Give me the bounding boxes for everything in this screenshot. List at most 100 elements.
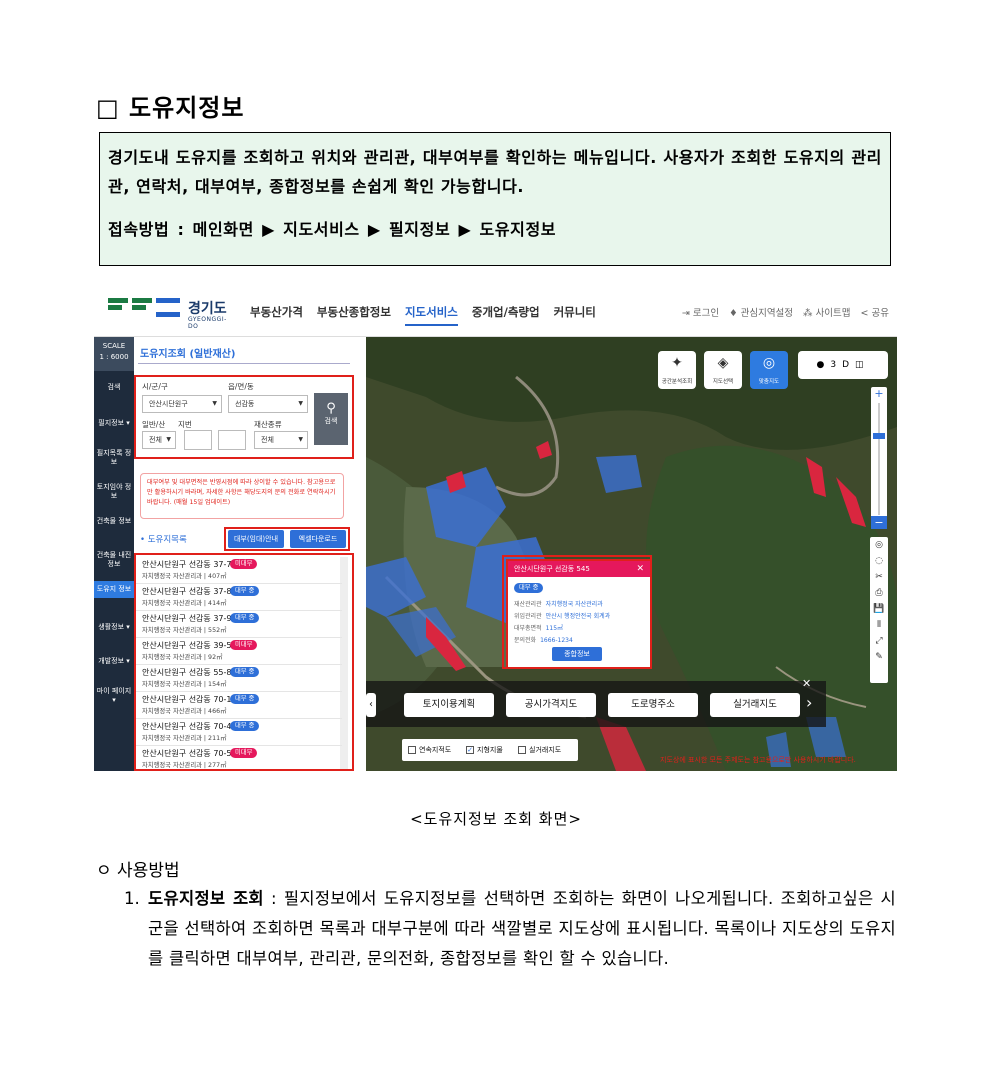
checkbox[interactable]: [408, 746, 416, 754]
chevron-down-icon: ▼: [298, 400, 303, 407]
list-item[interactable]: 안산시단원구 선감동 70-4 대부 중 자치행정국 자산관리과 | 211㎡: [136, 719, 342, 746]
check-label: 지형지물: [477, 746, 503, 754]
app-header: 경기도 GYEONGGI-DO 부동산가격 부동산종합정보 지도서비스 중개업/…: [94, 288, 897, 337]
layer-realdeal-button[interactable]: 실거래지도: [710, 693, 800, 717]
nav-broker[interactable]: 중개업/측량업: [472, 304, 540, 326]
chevron-right-icon[interactable]: ›: [806, 693, 812, 712]
layer-publicprice-button[interactable]: 공시가격지도: [506, 693, 596, 717]
leftnav-mypage[interactable]: 마이 페이지 ▾: [94, 687, 134, 705]
gyeonggi-logo[interactable]: 경기도 GYEONGGI-DO: [108, 298, 228, 330]
layer-roadaddress-button[interactable]: 도로명주소: [608, 693, 698, 717]
leftnav-land[interactable]: 토지임야 정보: [94, 483, 134, 501]
leftnav-parcel-info[interactable]: 필지정보 ▾: [94, 419, 134, 428]
map-disclaimer: 지도상에 표시한 모든 주제도는 참고용으로만 사용하시기 바랍니다.: [660, 756, 856, 764]
checkbox-checked[interactable]: ✓: [466, 746, 474, 754]
list-item[interactable]: 안산시단원구 선감동 37-8 대부 중 자치행정국 자산관리과 | 414㎡: [136, 584, 342, 611]
login-link[interactable]: ⇥ 로그인: [682, 305, 719, 319]
layer-prev-button[interactable]: ‹: [366, 693, 376, 717]
zoom-out-icon[interactable]: −: [871, 516, 887, 529]
cursor-icon: ✦: [671, 355, 683, 371]
sigungu-select[interactable]: 안산시단원구 ▼: [142, 395, 222, 413]
public-land-panel: 도유지조회 (일반재산) 시/군/구 읍/면/동 안산시단원구 ▼ 선감동 ▼ 일반…: [134, 337, 367, 771]
status-badge: 미대부: [230, 748, 258, 758]
leftnav-parcel-list[interactable]: 필지목록 정보: [94, 449, 134, 467]
popup-title: 안산시단원구 선감동 545: [514, 565, 590, 573]
list-item-sub: 자치행정국 자산관리과 | 466㎡: [142, 708, 227, 715]
eup-select[interactable]: 선감동 ▼: [228, 395, 308, 413]
leftnav-search[interactable]: 검색: [94, 383, 134, 392]
view-mode-toggle[interactable]: ●3D◫: [798, 351, 888, 379]
label-general: 일반/산: [142, 420, 166, 429]
popup-row-value: 자치행정국 자산관리과: [545, 601, 603, 608]
scale-indicator: SCALE 1 : 6000: [94, 337, 134, 371]
leftnav-seismic[interactable]: 건축물 내진정보: [94, 551, 134, 569]
map-tools-icons[interactable]: ◎ ◌ ✂ ⎙ 💾 ⫴ ⤢ ✎: [870, 537, 888, 665]
general-select[interactable]: 전체 ▼: [142, 431, 176, 449]
page-title: □ 도유지정보: [96, 94, 245, 122]
map-select-button[interactable]: ◈ 지도선택: [704, 351, 742, 389]
zoom-handle[interactable]: [873, 433, 885, 439]
list-item[interactable]: 안산시단원구 선감동 55-8 대부 중 자치행정국 자산관리과 | 154㎡: [136, 665, 342, 692]
list-title: • 도유지목록: [140, 535, 187, 545]
leftnav-building[interactable]: 건축물 정보: [94, 517, 134, 526]
custom-map-label: 맞춤지도: [758, 379, 780, 385]
layer-landuse-button[interactable]: 토지이용계획: [404, 693, 494, 717]
status-badge: 대부 중: [230, 613, 260, 623]
list-item-sub: 자치행정국 자산관리과 | 277㎡: [142, 762, 227, 769]
excel-download-button[interactable]: 엑셀다운로드: [290, 530, 346, 548]
check-realdeal[interactable]: 실거래지도: [518, 745, 561, 755]
check-cadastral[interactable]: 연속지적도: [408, 745, 451, 755]
target-icon: ◎: [762, 355, 776, 371]
map-view[interactable]: ✦ 공간분석조회 ◈ 지도선택 ◎ 맞춤지도 ●3D◫ + − ◎ ◌ ✂ ⎙ 💾 ⫴ ⤢ ✎ 안산…: [366, 337, 897, 771]
jibun-main-input[interactable]: [184, 430, 212, 450]
leftnav-public-land[interactable]: 도유지 정보: [94, 581, 134, 598]
jibun-sub-input[interactable]: [218, 430, 246, 450]
zoom-control[interactable]: + −: [871, 387, 887, 529]
leftnav-dev[interactable]: 개발정보 ▾: [94, 657, 134, 666]
custom-map-button[interactable]: ◎ 맞춤지도: [750, 351, 788, 389]
leftnav-life[interactable]: 생활정보 ▾: [94, 623, 134, 632]
close-icon[interactable]: ✕: [802, 677, 811, 690]
share-link[interactable]: < 공유: [861, 305, 889, 319]
search-button[interactable]: ⚲ 검색: [314, 393, 348, 445]
nav-map-service[interactable]: 지도서비스: [404, 304, 458, 326]
interest-area-link[interactable]: ♦ 관심지역설정: [729, 305, 793, 319]
popup-header: 안산시단원구 선감동 545 ✕: [508, 561, 650, 577]
gyeonggi-logo-icon: [108, 298, 182, 324]
list-item[interactable]: 안산시단원구 선감동 37-7 미대부 자치행정국 자산관리과 | 407㎡: [136, 557, 342, 584]
list-item-name: 안산시단원구 선감동 70-1: [142, 695, 232, 704]
check-terrain[interactable]: ✓ 지형지물: [466, 745, 503, 755]
check-label: 연속지적도: [419, 746, 452, 754]
nav-community[interactable]: 커뮤니티: [554, 304, 596, 326]
checkbox[interactable]: [518, 746, 526, 754]
util-links: ⇥ 로그인 ♦ 관심지역설정 ⁂ 사이트맵 < 공유: [682, 305, 889, 319]
popup-row: 문의전화 1666-1234: [514, 635, 573, 644]
layers-icon: ◈: [717, 355, 729, 371]
summary-info-button[interactable]: 종합정보: [552, 647, 602, 661]
chevron-down-icon: ▼: [298, 436, 303, 443]
popup-row: 재산관리관 자치행정국 자산관리과: [514, 599, 603, 608]
popup-row-value: 115㎡: [545, 625, 564, 632]
scale-label: SCALE: [102, 342, 126, 350]
lease-guide-button[interactable]: 대부(임대)안내: [228, 530, 284, 548]
usage-step-1: 1. 도유지정보 조회 : 필지정보에서 도유지정보를 선택하면 조회하는 화면…: [124, 884, 896, 974]
zoom-track[interactable]: [878, 403, 880, 515]
status-badge: 대부 중: [230, 586, 260, 596]
close-icon[interactable]: ✕: [636, 561, 644, 577]
nav-price[interactable]: 부동산가격: [250, 304, 303, 326]
list-item[interactable]: 안산시단원구 선감동 37-9 대부 중 자치행정국 자산관리과 | 552㎡: [136, 611, 342, 638]
figure-caption: <도유지정보 조회 화면>: [410, 810, 582, 828]
list-item[interactable]: 안산시단원구 선감동 70-1 대부 중 자치행정국 자산관리과 | 466㎡: [136, 692, 342, 719]
list-item[interactable]: 안산시단원구 선감동 39-5 미대부 자치행정국 자산관리과 | 92㎡: [136, 638, 342, 665]
list-item[interactable]: 안산시단원구 선감동 70-5 미대부 자치행정국 자산관리과 | 277㎡: [136, 746, 342, 771]
spatial-query-button[interactable]: ✦ 공간분석조회: [658, 351, 696, 389]
warning-notice: 대부여부 및 대부면적은 반영시점에 따라 상이할 수 있습니다. 참고용으로만…: [140, 473, 344, 519]
type-select[interactable]: 전체 ▼: [254, 431, 308, 449]
layer-bar: ‹ 토지이용계획 공시가격지도 도로명주소 실거래지도 › ✕: [366, 677, 826, 727]
info-description: 경기도내 도유지를 조회하고 위치와 관리관, 대부여부를 확인하는 메뉴입니다…: [108, 148, 882, 196]
search-label: 검색: [324, 417, 338, 425]
sitemap-link[interactable]: ⁂ 사이트맵: [803, 305, 850, 319]
nav-realestate-info[interactable]: 부동산종합정보: [317, 304, 391, 326]
screenshot-figure: 경기도 GYEONGGI-DO 부동산가격 부동산종합정보 지도서비스 중개업/…: [94, 288, 897, 771]
zoom-in-icon[interactable]: +: [871, 387, 887, 400]
